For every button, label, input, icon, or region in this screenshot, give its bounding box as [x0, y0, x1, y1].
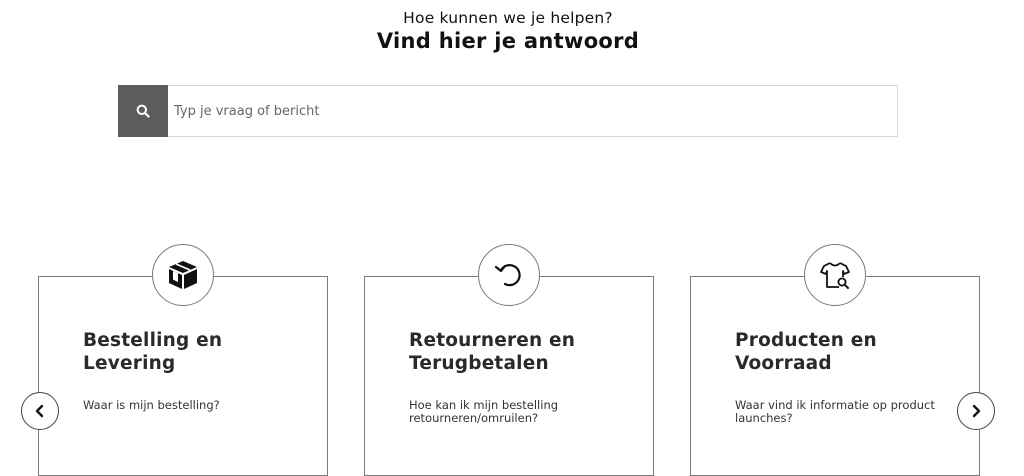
category-card-producten[interactable]: Producten en Voorraad Waar vind ik infor…: [690, 244, 980, 476]
card-title: Retourneren en Terugbetalen: [409, 330, 576, 374]
card-title: Producten en Voorraad: [735, 330, 877, 374]
shirt-search-icon: [820, 262, 850, 289]
chevron-left-icon: [35, 404, 44, 418]
category-card-bestelling[interactable]: Bestelling en Levering Waar is mijn best…: [38, 244, 328, 476]
category-card-retourneren[interactable]: Retourneren en Terugbetalen Hoe kan ik m…: [364, 244, 654, 476]
card-title: Bestelling en Levering: [83, 330, 223, 374]
card-question-link[interactable]: Hoe kan ik mijn bestelling retourneren/o…: [409, 399, 619, 425]
card-icon-circle: [152, 244, 214, 306]
card-icon-circle: [804, 244, 866, 306]
search-input[interactable]: [168, 86, 897, 136]
card-icon-circle: [478, 244, 540, 306]
package-icon: [169, 261, 197, 289]
carousel-prev-button[interactable]: [21, 392, 59, 430]
page-title: Vind hier je antwoord: [376, 29, 640, 53]
return-arrow-icon: [494, 264, 521, 287]
hero-subtitle: Hoe kunnen we je helpen?: [403, 9, 613, 27]
search-icon: [136, 104, 150, 118]
chevron-right-icon: [972, 404, 981, 418]
carousel-next-button[interactable]: [957, 392, 995, 430]
search-button[interactable]: [118, 85, 168, 137]
search-bar: [118, 85, 898, 137]
card-question-link[interactable]: Waar is mijn bestelling?: [83, 399, 293, 412]
card-question-link[interactable]: Waar vind ik informatie op product launc…: [735, 399, 945, 425]
